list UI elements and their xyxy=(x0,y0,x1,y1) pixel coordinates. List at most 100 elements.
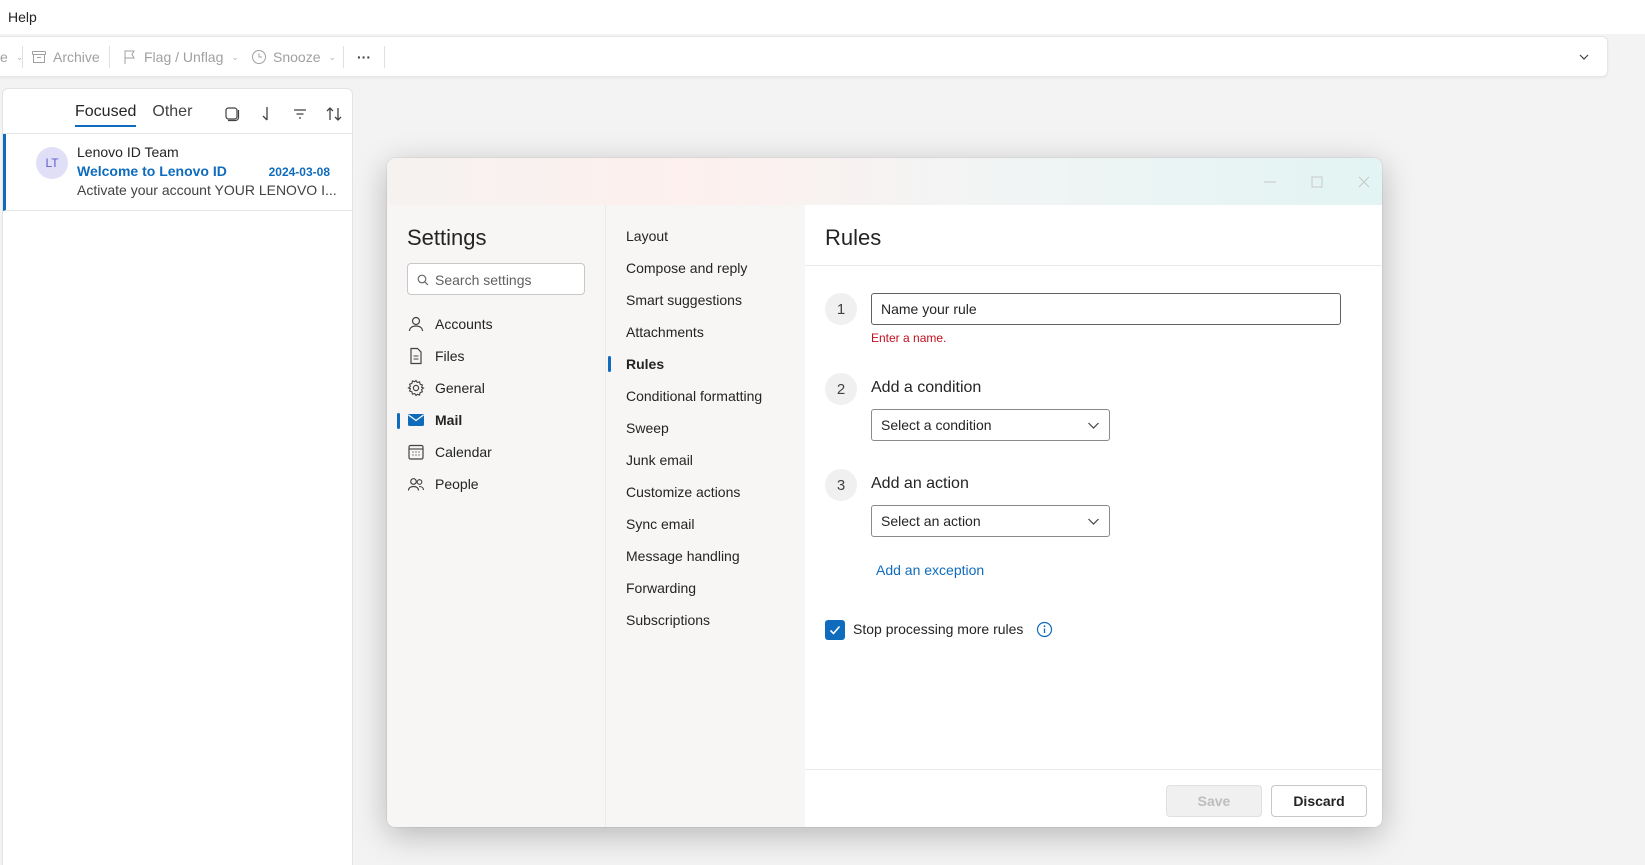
select-icon[interactable] xyxy=(221,103,243,125)
info-icon[interactable] xyxy=(1036,621,1053,641)
settings-nav-accounts[interactable]: Accounts xyxy=(397,310,597,338)
chevron-down-icon xyxy=(1087,419,1100,435)
document-icon xyxy=(397,347,427,365)
mail-list-item[interactable]: LT Lenovo ID Team Welcome to Lenovo ID 2… xyxy=(3,134,352,211)
ribbon-divider xyxy=(22,46,23,68)
flag-button[interactable]: Flag / Unflag ⌄ xyxy=(122,37,239,77)
mail-list-panel: Focused Other LT Lenovo ID Team Welcome … xyxy=(2,88,353,865)
stop-processing-checkbox[interactable] xyxy=(825,620,845,640)
filter-icon[interactable] xyxy=(289,103,311,125)
subnav-attachments[interactable]: Attachments xyxy=(606,318,805,346)
stop-processing-label: Stop processing more rules xyxy=(853,621,1024,637)
mail-sender: Lenovo ID Team xyxy=(77,144,179,160)
subnav-conditional-formatting[interactable]: Conditional formatting xyxy=(606,382,805,410)
subnav-sweep[interactable]: Sweep xyxy=(606,414,805,442)
chevron-down-icon: ⌄ xyxy=(231,51,239,62)
minimize-icon[interactable] xyxy=(1258,170,1282,194)
action-dropdown[interactable]: Select an action xyxy=(871,505,1110,537)
condition-dropdown-value: Select a condition xyxy=(881,417,992,433)
ribbon-partial-button[interactable]: e ⌄ xyxy=(0,37,23,77)
subnav-subscriptions[interactable]: Subscriptions xyxy=(606,606,805,634)
settings-nav-general[interactable]: General xyxy=(397,374,597,402)
save-button[interactable]: Save xyxy=(1166,785,1262,817)
discard-button[interactable]: Discard xyxy=(1271,785,1367,817)
menu-bar: Help xyxy=(0,0,1645,34)
people-icon xyxy=(397,475,427,493)
active-indicator xyxy=(608,356,611,372)
nav-label: Calendar xyxy=(435,444,492,460)
active-indicator xyxy=(397,413,400,429)
header-divider xyxy=(805,265,1382,266)
rule-name-error: Enter a name. xyxy=(871,331,947,345)
close-icon[interactable] xyxy=(1352,170,1376,194)
subnav-message-handling[interactable]: Message handling xyxy=(606,542,805,570)
more-options-button[interactable]: ··· xyxy=(357,37,371,77)
step-number: 3 xyxy=(825,469,857,501)
flag-label: Flag / Unflag xyxy=(144,49,224,65)
step-number: 2 xyxy=(825,373,857,405)
ribbon-expand-button[interactable] xyxy=(1578,37,1590,77)
subnav-label: Rules xyxy=(626,356,665,372)
mail-preview: Activate your account YOUR LENOVO I... xyxy=(77,182,337,198)
condition-heading: Add a condition xyxy=(871,379,982,396)
archive-label: Archive xyxy=(53,49,100,65)
footer-divider xyxy=(805,769,1382,770)
search-settings-input[interactable] xyxy=(435,269,580,291)
step-number: 1 xyxy=(825,293,857,325)
ribbon-toolbar: e ⌄ Archive Flag / Unflag ⌄ Snooze ⌄ ··· xyxy=(0,36,1608,77)
subnav-rules[interactable]: Rules xyxy=(606,350,805,378)
mail-date: 2024-03-08 xyxy=(268,165,330,179)
archive-icon xyxy=(31,49,47,65)
ribbon-divider xyxy=(343,46,344,68)
sort-icon[interactable] xyxy=(323,103,345,125)
subnav-compose-and-reply[interactable]: Compose and reply xyxy=(606,254,805,282)
chevron-down-icon xyxy=(1578,51,1590,63)
chevron-down-icon xyxy=(1087,515,1100,531)
subnav-customize-actions[interactable]: Customize actions xyxy=(606,478,805,506)
search-settings-box[interactable] xyxy=(407,263,585,295)
action-heading: Add an action xyxy=(871,475,969,492)
tab-focused[interactable]: Focused xyxy=(75,103,137,127)
page-title: Rules xyxy=(825,225,882,250)
subnav-smart-suggestions[interactable]: Smart suggestions xyxy=(606,286,805,314)
sort-arrow-icon[interactable] xyxy=(255,103,277,125)
menu-help[interactable]: Help xyxy=(8,9,37,25)
settings-nav-people[interactable]: People xyxy=(397,470,597,498)
mail-subject: Welcome to Lenovo ID xyxy=(77,163,227,179)
gear-icon xyxy=(397,379,427,397)
chevron-down-icon: ⌄ xyxy=(328,51,337,62)
settings-nav: Settings Accounts Files General xyxy=(387,205,605,827)
snooze-label: Snooze xyxy=(273,49,321,65)
nav-label: Files xyxy=(435,348,465,364)
nav-label: People xyxy=(435,476,479,492)
tab-other[interactable]: Other xyxy=(152,103,192,127)
ribbon-partial-label: e xyxy=(0,49,8,65)
settings-dialog: Settings Accounts Files General xyxy=(387,158,1382,827)
settings-nav-files[interactable]: Files xyxy=(397,342,597,370)
calendar-icon xyxy=(397,443,427,461)
subnav-junk-email[interactable]: Junk email xyxy=(606,446,805,474)
rules-panel: Rules 1 Enter a name. 2 Add a condition … xyxy=(805,205,1382,827)
checkmark-icon xyxy=(829,625,841,635)
nav-label: General xyxy=(435,380,485,396)
rule-name-input[interactable] xyxy=(872,294,1340,324)
rule-name-field[interactable] xyxy=(871,293,1341,325)
ribbon-divider xyxy=(384,46,385,68)
subnav-sync-email[interactable]: Sync email xyxy=(606,510,805,538)
condition-dropdown[interactable]: Select a condition xyxy=(871,409,1110,441)
clock-icon xyxy=(251,49,267,65)
settings-title: Settings xyxy=(407,225,487,250)
list-toolbar xyxy=(221,103,345,125)
person-icon xyxy=(397,315,427,333)
settings-nav-calendar[interactable]: Calendar xyxy=(397,438,597,466)
dialog-titlebar xyxy=(387,158,1382,205)
snooze-button[interactable]: Snooze ⌄ xyxy=(251,37,336,77)
subnav-layout[interactable]: Layout xyxy=(606,222,805,250)
search-icon xyxy=(417,273,429,289)
archive-button[interactable]: Archive xyxy=(31,37,100,77)
add-exception-link[interactable]: Add an exception xyxy=(876,562,984,578)
action-dropdown-value: Select an action xyxy=(881,513,981,529)
subnav-forwarding[interactable]: Forwarding xyxy=(606,574,805,602)
maximize-icon[interactable] xyxy=(1305,170,1329,194)
settings-nav-mail[interactable]: Mail xyxy=(397,406,597,434)
